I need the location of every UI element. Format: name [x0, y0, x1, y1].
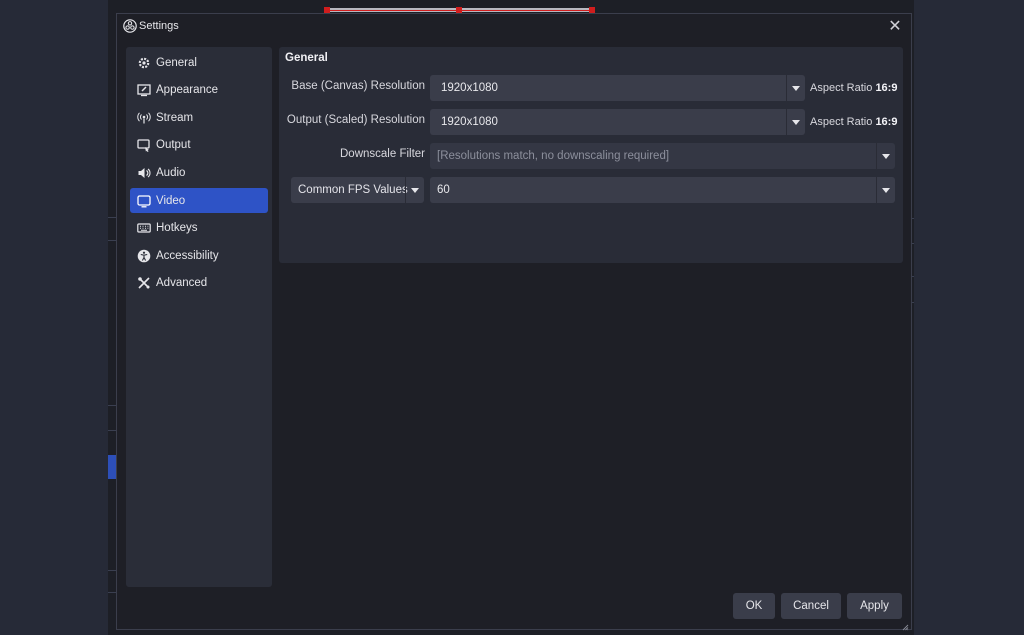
background-divider: [108, 240, 116, 241]
base-resolution-label: Base (Canvas) Resolution: [291, 80, 425, 92]
chevron-down-icon: [786, 109, 805, 135]
output-icon: [137, 138, 151, 152]
speaker-icon: [137, 166, 151, 180]
appearance-icon: [137, 83, 151, 97]
settings-dialog: Settings ✕ General Appearance Stream Out…: [116, 13, 912, 631]
sidebar-item-appearance[interactable]: Appearance: [130, 77, 268, 102]
sidebar-item-label: Output: [156, 138, 191, 151]
downscale-filter-combobox[interactable]: [Resolutions match, no downscaling requi…: [430, 143, 895, 169]
gear-icon: [137, 56, 151, 70]
output-resolution-combobox[interactable]: 1920x1080: [430, 109, 805, 135]
fps-value-combobox[interactable]: 60: [430, 177, 895, 203]
sidebar-item-label: Advanced: [156, 276, 208, 289]
resize-grip-icon[interactable]: [902, 620, 909, 631]
background-divider: [108, 592, 116, 593]
aspect-ratio-label: Aspect Ratio: [810, 116, 873, 128]
sidebar-item-output[interactable]: Output: [130, 132, 268, 157]
cancel-button[interactable]: Cancel: [781, 593, 841, 619]
close-button[interactable]: ✕: [885, 17, 905, 37]
sidebar-item-general[interactable]: General: [130, 50, 268, 75]
sidebar-item-label: Video: [156, 194, 186, 207]
sidebar-item-label: Accessibility: [156, 249, 219, 262]
fps-type-value: Common FPS Values: [298, 184, 408, 196]
aspect-ratio-value: 16:9: [875, 116, 898, 128]
downscale-filter-label: Downscale Filter: [340, 148, 425, 160]
close-icon: ✕: [888, 18, 902, 35]
apply-button[interactable]: Apply: [847, 593, 902, 619]
monitor-icon: [137, 194, 151, 208]
window-title: Settings: [139, 20, 179, 32]
base-resolution-combobox[interactable]: 1920x1080: [430, 75, 805, 101]
ok-button[interactable]: OK: [733, 593, 775, 619]
sidebar-item-label: Stream: [156, 111, 194, 124]
background-divider: [108, 570, 116, 571]
sidebar-item-stream[interactable]: Stream: [130, 105, 268, 130]
fps-type-combobox[interactable]: Common FPS Values: [291, 177, 424, 203]
sidebar-item-label: Audio: [156, 166, 186, 179]
sidebar-item-accessibility[interactable]: Accessibility: [130, 243, 268, 268]
tools-icon: [137, 276, 151, 290]
sidebar-item-hotkeys[interactable]: Hotkeys: [130, 215, 268, 240]
sidebar-item-label: Hotkeys: [156, 221, 198, 234]
section-title: General: [285, 52, 328, 64]
general-section: General Base (Canvas) Resolution 1920x10…: [279, 47, 903, 263]
background-divider: [108, 217, 116, 218]
output-resolution-value: 1920x1080: [441, 116, 498, 128]
obs-logo-icon: [123, 19, 137, 33]
sidebar-item-advanced[interactable]: Advanced: [130, 270, 268, 295]
sidebar-item-label: General: [156, 56, 197, 69]
aspect-ratio-label: Aspect Ratio: [810, 82, 873, 94]
output-resolution-label: Output (Scaled) Resolution: [286, 114, 425, 126]
chevron-down-icon: [876, 177, 895, 203]
fps-value: 60: [437, 184, 450, 196]
accessibility-icon: [137, 249, 151, 263]
broadcast-icon: [137, 111, 151, 125]
downscale-filter-value: [Resolutions match, no downscaling requi…: [437, 150, 670, 162]
chevron-down-icon: [876, 143, 895, 169]
chevron-down-icon: [405, 177, 424, 203]
base-resolution-value: 1920x1080: [441, 82, 498, 94]
sidebar-item-label: Appearance: [156, 83, 219, 96]
output-aspect-ratio: Aspect Ratio 16:9: [810, 116, 897, 128]
aspect-ratio-value: 16:9: [875, 82, 898, 94]
sidebar-item-video[interactable]: Video: [130, 188, 268, 213]
background-divider: [108, 430, 116, 431]
title-bar[interactable]: Settings ✕: [117, 14, 911, 40]
sidebar-item-audio[interactable]: Audio: [130, 160, 268, 185]
background-selected-item: [108, 455, 116, 479]
base-aspect-ratio: Aspect Ratio 16:9: [810, 82, 897, 94]
background-divider: [108, 405, 116, 406]
chevron-down-icon: [786, 75, 805, 101]
settings-sidebar: General Appearance Stream Output Audio V…: [126, 47, 272, 587]
keyboard-icon: [137, 221, 151, 235]
